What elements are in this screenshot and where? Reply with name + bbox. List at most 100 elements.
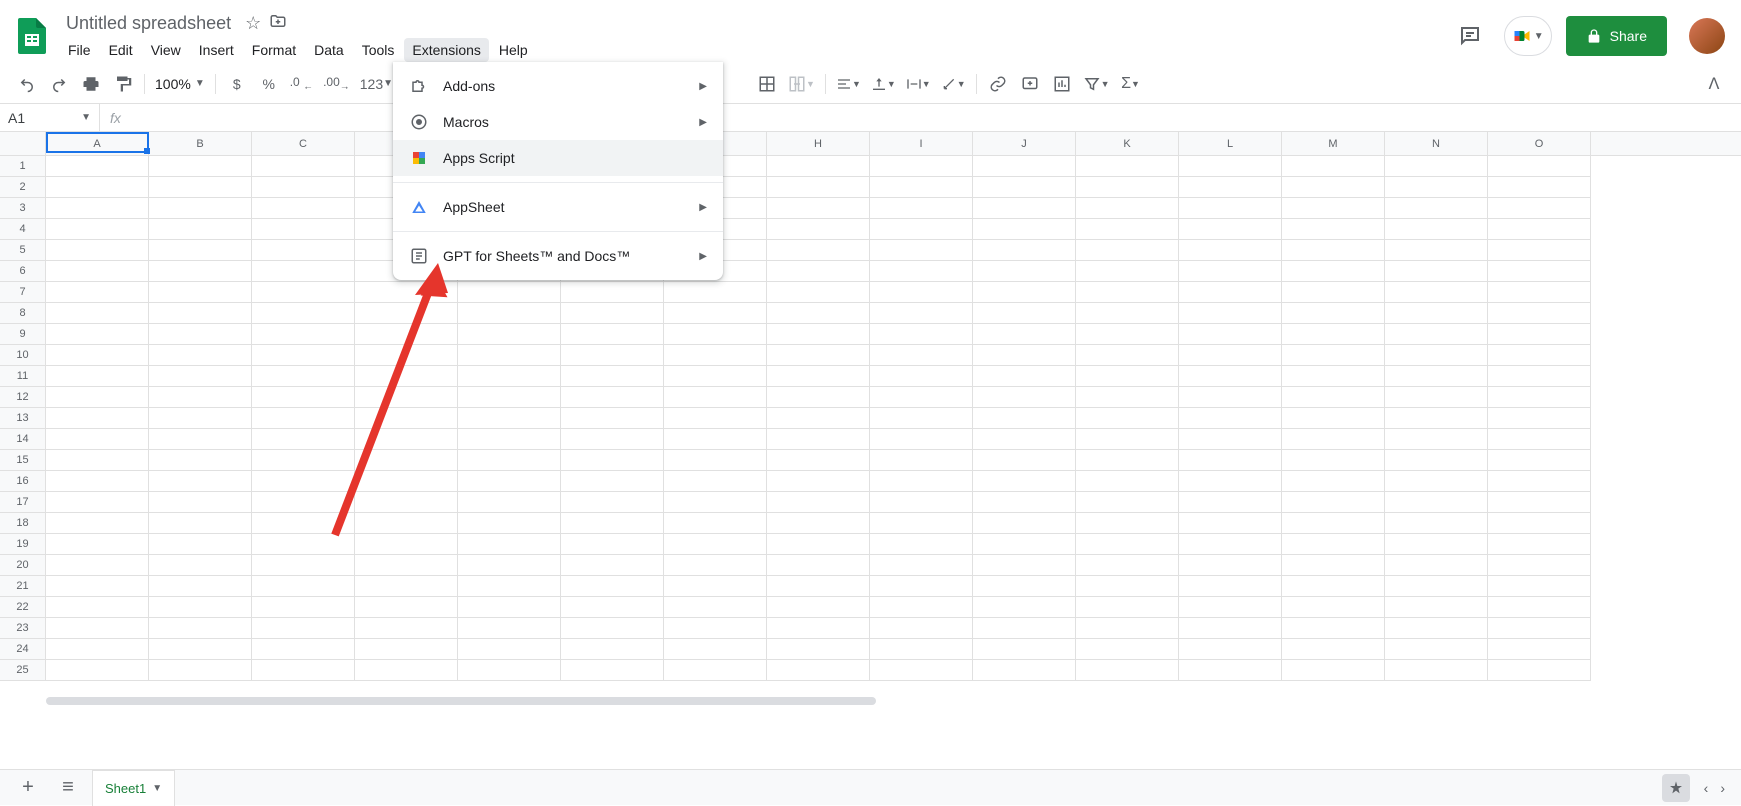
cell[interactable]	[1488, 282, 1591, 303]
cell[interactable]	[664, 408, 767, 429]
cell[interactable]	[46, 177, 149, 198]
menu-item-gpt-for-sheets-and-docs-[interactable]: GPT for Sheets™ and Docs™▶	[393, 238, 723, 274]
cell[interactable]	[458, 450, 561, 471]
cell[interactable]	[355, 282, 458, 303]
row-header[interactable]: 18	[0, 513, 46, 534]
cell[interactable]	[1076, 261, 1179, 282]
scroll-right-button[interactable]: ›	[1716, 776, 1729, 800]
cell[interactable]	[767, 618, 870, 639]
row-header[interactable]: 17	[0, 492, 46, 513]
cell[interactable]	[1282, 429, 1385, 450]
cell[interactable]	[1385, 660, 1488, 681]
account-avatar[interactable]	[1689, 18, 1725, 54]
cell[interactable]	[1488, 660, 1591, 681]
row-header[interactable]: 7	[0, 282, 46, 303]
cell[interactable]	[1179, 156, 1282, 177]
rotate-button[interactable]: ▼	[937, 69, 970, 99]
cell[interactable]	[1179, 177, 1282, 198]
cell[interactable]	[973, 555, 1076, 576]
cell[interactable]	[1179, 366, 1282, 387]
cell[interactable]	[252, 618, 355, 639]
cell[interactable]	[973, 261, 1076, 282]
cell[interactable]	[561, 324, 664, 345]
cell[interactable]	[767, 198, 870, 219]
percent-button[interactable]: %	[254, 69, 284, 99]
cell[interactable]	[1282, 618, 1385, 639]
cell[interactable]	[46, 282, 149, 303]
row-header[interactable]: 21	[0, 576, 46, 597]
cell[interactable]	[561, 471, 664, 492]
cell[interactable]	[870, 240, 973, 261]
cell[interactable]	[46, 387, 149, 408]
cell[interactable]	[458, 555, 561, 576]
column-header[interactable]: L	[1179, 132, 1282, 155]
cell[interactable]	[1385, 198, 1488, 219]
redo-button[interactable]	[44, 69, 74, 99]
cell[interactable]	[149, 576, 252, 597]
column-header[interactable]: A	[46, 132, 149, 155]
cell[interactable]	[1076, 387, 1179, 408]
cell[interactable]	[870, 597, 973, 618]
cell[interactable]	[355, 660, 458, 681]
cell[interactable]	[1282, 450, 1385, 471]
row-header[interactable]: 4	[0, 219, 46, 240]
cell[interactable]	[561, 450, 664, 471]
cell[interactable]	[149, 387, 252, 408]
wrap-button[interactable]: ▼	[902, 69, 935, 99]
cell[interactable]	[355, 450, 458, 471]
cell[interactable]	[1385, 324, 1488, 345]
cell[interactable]	[46, 618, 149, 639]
h-align-button[interactable]: ▼	[832, 69, 865, 99]
document-title[interactable]: Untitled spreadsheet	[60, 11, 237, 36]
cell[interactable]	[149, 366, 252, 387]
cell[interactable]	[355, 534, 458, 555]
cell[interactable]	[1076, 324, 1179, 345]
cell[interactable]	[252, 282, 355, 303]
cell[interactable]	[1488, 555, 1591, 576]
cell[interactable]	[46, 156, 149, 177]
menu-edit[interactable]: Edit	[101, 38, 141, 62]
cell[interactable]	[1282, 639, 1385, 660]
cell[interactable]	[973, 156, 1076, 177]
cell[interactable]	[767, 429, 870, 450]
cell[interactable]	[252, 660, 355, 681]
cell[interactable]	[1076, 618, 1179, 639]
cell[interactable]	[149, 261, 252, 282]
cell[interactable]	[870, 660, 973, 681]
cell[interactable]	[767, 345, 870, 366]
cell[interactable]	[664, 366, 767, 387]
cell[interactable]	[1488, 618, 1591, 639]
cell[interactable]	[1179, 576, 1282, 597]
row-header[interactable]: 15	[0, 450, 46, 471]
v-align-button[interactable]: ▼	[867, 69, 900, 99]
row-header[interactable]: 11	[0, 366, 46, 387]
cell[interactable]	[870, 177, 973, 198]
cell[interactable]	[1488, 513, 1591, 534]
cell[interactable]	[870, 387, 973, 408]
cell[interactable]	[870, 576, 973, 597]
cell[interactable]	[767, 639, 870, 660]
cell[interactable]	[664, 450, 767, 471]
name-box[interactable]: A1 ▼	[0, 104, 100, 132]
cell[interactable]	[1179, 597, 1282, 618]
cell[interactable]	[561, 408, 664, 429]
share-button[interactable]: Share	[1566, 16, 1667, 56]
cell[interactable]	[561, 534, 664, 555]
cell[interactable]	[1488, 387, 1591, 408]
comment-button[interactable]	[1015, 69, 1045, 99]
cell[interactable]	[252, 198, 355, 219]
cell[interactable]	[1282, 177, 1385, 198]
cell[interactable]	[767, 387, 870, 408]
cell[interactable]	[149, 450, 252, 471]
cell[interactable]	[1179, 240, 1282, 261]
menu-data[interactable]: Data	[306, 38, 352, 62]
cell[interactable]	[1385, 261, 1488, 282]
cell[interactable]	[561, 513, 664, 534]
cell[interactable]	[149, 219, 252, 240]
cell[interactable]	[458, 534, 561, 555]
cell[interactable]	[767, 366, 870, 387]
cell[interactable]	[252, 261, 355, 282]
cell[interactable]	[1488, 261, 1591, 282]
cell[interactable]	[252, 492, 355, 513]
cell[interactable]	[767, 156, 870, 177]
